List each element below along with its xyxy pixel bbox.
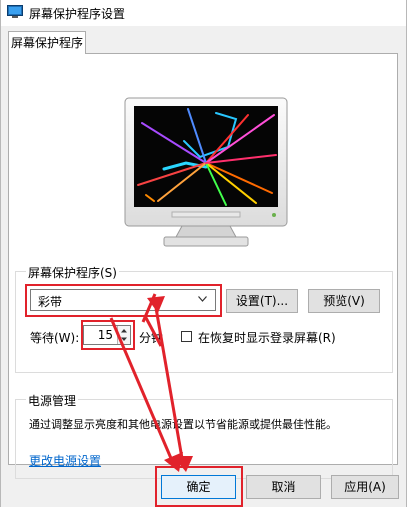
tab-screensaver[interactable]: 屏幕保护程序 — [8, 31, 86, 54]
monitor-app-icon — [7, 5, 23, 18]
tab-panel: 屏幕保护程序(S) 彩带 设置(T)... 预览(V) 等待(W): 15 分钟… — [8, 53, 398, 479]
power-description: 通过调整显示亮度和其他电源设置以节省能源或提供最佳性能。 — [29, 418, 337, 431]
apply-button-label: 应用(A) — [344, 480, 386, 494]
monitor-preview — [124, 97, 288, 247]
preview-button-label: 预览(V) — [323, 294, 365, 308]
title-bar: 屏幕保护程序设置 — [1, 0, 406, 26]
preview-button[interactable]: 预览(V) — [308, 289, 380, 313]
window-title: 屏幕保护程序设置 — [29, 7, 126, 21]
screensaver-settings-window: 屏幕保护程序设置 屏幕保护程序 屏幕保护程序(S) 彩带 设置(T)... 预览… — [0, 0, 407, 507]
change-power-settings-link[interactable]: 更改电源设置 — [29, 452, 101, 469]
wait-unit-label: 分钟 — [139, 331, 164, 345]
apply-button[interactable]: 应用(A) — [331, 475, 399, 499]
settings-button-label: 设置(T)... — [235, 294, 289, 308]
cancel-button-label: 取消 — [271, 480, 296, 494]
screensaver-group-label: 屏幕保护程序(S) — [26, 264, 119, 281]
resume-checkbox-label: 在恢复时显示登录屏幕(R) — [198, 331, 336, 345]
resume-checkbox[interactable] — [181, 331, 192, 342]
wait-label: 等待(W): — [30, 331, 80, 345]
dialog-client: 屏幕保护程序 屏幕保护程序(S) 彩带 设置(T)... 预览(V) 等待(W)… — [1, 26, 406, 507]
power-group-label: 电源管理 — [26, 392, 79, 409]
settings-button[interactable]: 设置(T)... — [226, 289, 298, 313]
highlight-box-stepper — [81, 320, 135, 350]
highlight-box-select — [25, 284, 222, 317]
cancel-button[interactable]: 取消 — [246, 475, 321, 499]
highlight-box-ok — [155, 466, 243, 507]
